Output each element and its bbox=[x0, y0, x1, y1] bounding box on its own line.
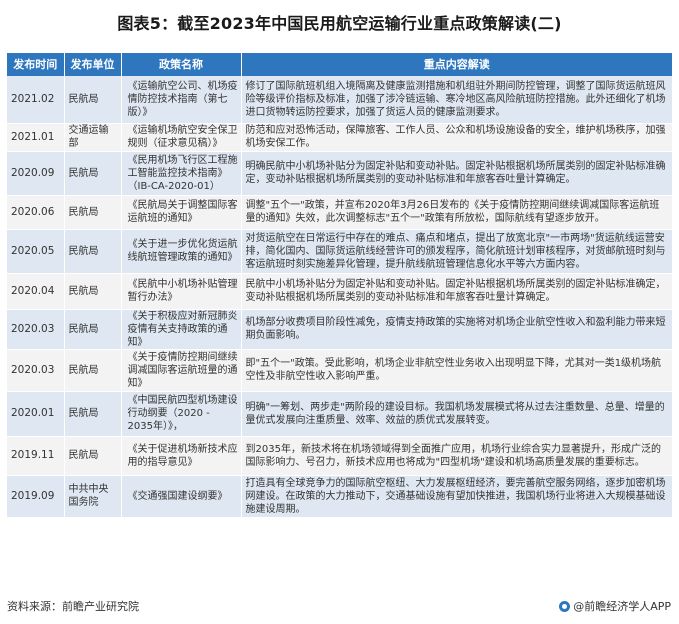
row-policy: 《关于进一步优化货运航线航班管理政策的通知》 bbox=[121, 229, 242, 274]
table-row: 2020.01 民航局 《中国民航四型机场建设行动纲要（2020 - 2035年）》… bbox=[7, 391, 672, 437]
row-content: 即"五个一"政策。受此影响，机场企业非航空性业务收入出现明显下降，尤其对一类1级… bbox=[241, 349, 672, 392]
table-row: 2020.09 民航局 《民用机场飞行区工程施工智能监控技术指南》（IB-CA-20… bbox=[7, 151, 672, 196]
row-unit: 民航局 bbox=[64, 195, 122, 230]
row-date: 2020.05 bbox=[7, 229, 65, 274]
row-unit: 民航局 bbox=[64, 391, 122, 437]
table-row: 2020.04 民航局 《民航中小机场补贴管理暂行办法》 民航中小机场补贴分为固定补贴… bbox=[7, 273, 672, 310]
row-content: 打造具有全球竞争力的国际航空枢纽、大力发展枢纽经济，要完善航空服务网络，逐步加密… bbox=[241, 475, 672, 518]
header-content: 重点内容解读 bbox=[241, 53, 672, 76]
row-content: 机场部分收费项目阶段性减免，疫情支持政策的实施将对机场企业航空性收入和盈利能力带… bbox=[241, 309, 672, 350]
table-row: 2020.03 民航局 《关于疫情防控期间继续调减国际客运航班量的通知》 即"五个一"… bbox=[7, 349, 672, 392]
row-content: 明确民航中小机场补贴分为固定补贴和变动补贴。固定补贴根据机场所属类别的固定补贴标… bbox=[241, 151, 672, 196]
row-policy: 《民航局关于调整国际客运航班的通知》 bbox=[121, 195, 242, 230]
brand-logo-icon bbox=[559, 600, 571, 612]
row-unit: 民航局 bbox=[64, 309, 122, 350]
row-policy: 《民用机场飞行区工程施工智能监控技术指南》（IB-CA-2020-01） bbox=[121, 151, 242, 196]
table-body: 2021.02 民航局 《运输航空公司、机场疫情防控技术指南（第七版）》 修订了国际航… bbox=[7, 76, 672, 518]
table-header-row: 发布时间 发布单位 政策名称 重点内容解读 bbox=[7, 53, 672, 76]
row-date: 2019.11 bbox=[7, 436, 65, 476]
row-content: 防范和应对恐怖活动，保障旅客、工作人员、公众和机场设施设备的安全，维护机场秩序，… bbox=[241, 123, 672, 152]
row-date: 2020.04 bbox=[7, 273, 65, 310]
row-unit: 民航局 bbox=[64, 229, 122, 274]
row-content: 修订了国际航班机组入境隔离及健康监测措施和机组驻外期间防控管理，调整了国际货运航… bbox=[241, 76, 672, 124]
row-date: 2020.06 bbox=[7, 195, 65, 230]
row-policy: 《交通强国建设纲要》 bbox=[121, 475, 242, 518]
row-date: 2019.09 bbox=[7, 475, 65, 518]
row-policy: 《关于促进机场新技术应用的指导意见》 bbox=[121, 436, 242, 476]
table-row: 2019.11 民航局 《关于促进机场新技术应用的指导意见》 到2035年，新技术将在… bbox=[7, 436, 672, 476]
row-unit: 民航局 bbox=[64, 76, 122, 124]
row-content: 明确"一筹划、两步走"两阶段的建设目标。我国机场发展模式将从过去注重数量、总量、… bbox=[241, 391, 672, 437]
page-title: 图表5：截至2023年中国民用航空运输行业重点政策解读(二) bbox=[117, 14, 562, 33]
brand-text: @前瞻经济学人APP bbox=[573, 600, 671, 613]
row-policy: 《运输机场航空安全保卫规则（征求意见稿）》 bbox=[121, 123, 242, 152]
table-row: 2020.06 民航局 《民航局关于调整国际客运航班的通知》 调整"五个一"政策，并宣… bbox=[7, 195, 672, 230]
header-date: 发布时间 bbox=[7, 53, 65, 76]
row-date: 2020.03 bbox=[7, 349, 65, 392]
row-date: 2020.09 bbox=[7, 151, 65, 196]
row-date: 2020.03 bbox=[7, 309, 65, 350]
row-unit: 民航局 bbox=[64, 436, 122, 476]
header-unit: 发布单位 bbox=[64, 53, 122, 76]
header-policy: 政策名称 bbox=[121, 53, 242, 76]
row-policy: 《关于积极应对新冠肺炎疫情有关支持政策的通知》 bbox=[121, 309, 242, 350]
row-unit: 民航局 bbox=[64, 151, 122, 196]
row-unit: 民航局 bbox=[64, 349, 122, 392]
row-unit: 民航局 bbox=[64, 273, 122, 310]
row-policy: 《中国民航四型机场建设行动纲要（2020 - 2035年）》， bbox=[121, 391, 242, 437]
row-policy: 《民航中小机场补贴管理暂行办法》 bbox=[121, 273, 242, 310]
row-policy: 《运输航空公司、机场疫情防控技术指南（第七版）》 bbox=[121, 76, 242, 124]
table-row: 2020.03 民航局 《关于积极应对新冠肺炎疫情有关支持政策的通知》 机场部分收费项… bbox=[7, 309, 672, 350]
table-row: 2019.09 中共中央国务院 《交通强国建设纲要》 打造具有全球竞争力的国际航空枢纽… bbox=[7, 475, 672, 518]
row-date: 2021.02 bbox=[7, 76, 65, 124]
row-content: 调整"五个一"政策，并宣布2020年3月26日发布的《关于疫情防控期间继续调减国… bbox=[241, 195, 672, 230]
table-row: 2021.01 交通运输部 《运输机场航空安全保卫规则（征求意见稿）》 防范和应对恐怖… bbox=[7, 123, 672, 152]
row-date: 2020.01 bbox=[7, 391, 65, 437]
source-note: 资料来源：前瞻产业研究院 bbox=[7, 600, 139, 613]
table-row: 2020.05 民航局 《关于进一步优化货运航线航班管理政策的通知》 对货运航空在日常… bbox=[7, 229, 672, 274]
row-content: 民航中小机场补贴分为固定补贴和变动补贴。固定补贴根据机场所属类别的固定补贴标准确… bbox=[241, 273, 672, 310]
row-unit: 交通运输部 bbox=[64, 123, 122, 152]
policy-table-container: 发布时间 发布单位 政策名称 重点内容解读 2021.02 民航局 《运输航空公司、… bbox=[7, 53, 672, 518]
policy-table: 发布时间 发布单位 政策名称 重点内容解读 2021.02 民航局 《运输航空公司、… bbox=[7, 53, 672, 518]
row-content: 对货运航空在日常运行中存在的难点、痛点和堵点，提出了放宽北京"一市两场"货运航线… bbox=[241, 229, 672, 274]
brand-credit: @前瞻经济学人APP bbox=[559, 598, 671, 614]
row-policy: 《关于疫情防控期间继续调减国际客运航班量的通知》 bbox=[121, 349, 242, 392]
row-unit: 中共中央国务院 bbox=[64, 475, 122, 518]
row-content: 到2035年，新技术将在机场领域得到全面推广应用，机场行业综合实力显著提升，形成… bbox=[241, 436, 672, 476]
table-row: 2021.02 民航局 《运输航空公司、机场疫情防控技术指南（第七版）》 修订了国际航… bbox=[7, 76, 672, 124]
row-date: 2021.01 bbox=[7, 123, 65, 152]
